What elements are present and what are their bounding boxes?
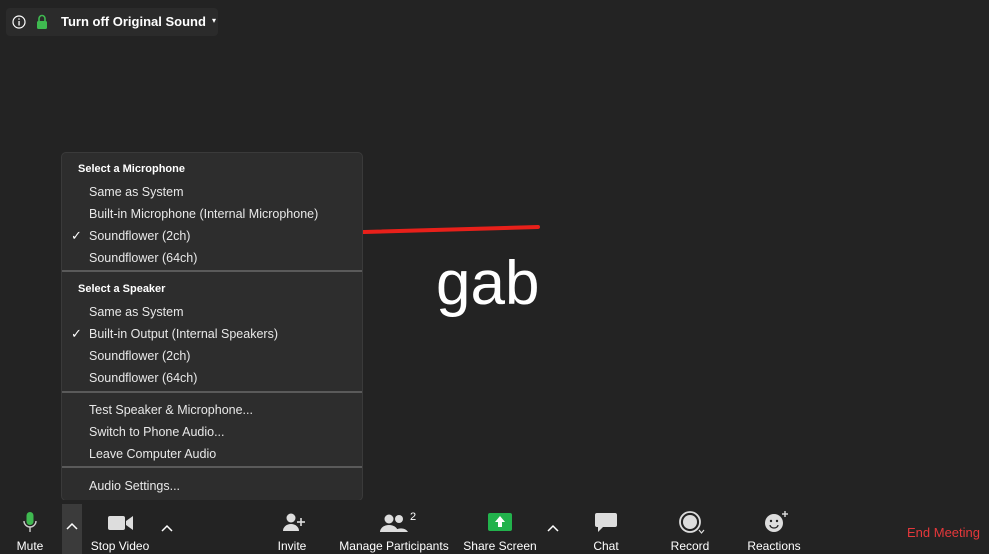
manage-participants-label: Manage Participants — [339, 539, 449, 553]
chat-button[interactable]: Chat — [586, 500, 626, 554]
lock-icon[interactable] — [36, 14, 48, 30]
audio-settings-item[interactable]: Audio Settings... — [89, 479, 180, 493]
stop-video-label: Stop Video — [90, 539, 150, 553]
chevron-down-icon[interactable]: ▾ — [212, 16, 216, 25]
info-icon[interactable] — [12, 15, 26, 29]
record-button[interactable]: Record — [668, 500, 712, 554]
original-sound-bar: Turn off Original Sound ▾ — [6, 8, 218, 36]
microphone-icon — [23, 512, 37, 532]
share-screen-label: Share Screen — [463, 539, 537, 553]
share-screen-button[interactable]: Share Screen — [462, 500, 538, 554]
checkmark-icon: ✓ — [71, 228, 82, 243]
participant-name: gab — [436, 249, 540, 318]
speaker-header: Select a Speaker — [78, 283, 166, 295]
test-speaker-microphone-item[interactable]: Test Speaker & Microphone... — [89, 403, 253, 417]
record-icon — [679, 511, 705, 534]
meeting-toolbar: Mute Stop Video Invite 2 Manage Particip… — [0, 500, 989, 554]
menu-divider — [62, 391, 362, 393]
mute-label: Mute — [16, 539, 44, 553]
share-options-button[interactable] — [543, 500, 563, 554]
reactions-button[interactable]: Reactions — [744, 500, 804, 554]
chevron-up-icon — [547, 524, 559, 532]
participants-icon — [380, 514, 408, 532]
speaker-item-built-in-output[interactable]: Built-in Output (Internal Speakers) — [89, 327, 278, 341]
checkmark-icon: ✓ — [71, 326, 82, 341]
original-sound-button[interactable]: Turn off Original Sound — [61, 14, 206, 29]
chevron-up-icon — [66, 522, 78, 530]
mic-item-soundflower-64ch[interactable]: Soundflower (64ch) — [89, 251, 197, 265]
reactions-label: Reactions — [747, 539, 801, 553]
participant-count-badge: 2 — [410, 511, 417, 523]
speaker-item-soundflower-64ch[interactable]: Soundflower (64ch) — [89, 371, 197, 385]
stop-video-button[interactable]: Stop Video — [88, 500, 152, 554]
video-options-button[interactable] — [157, 500, 177, 554]
add-person-icon — [283, 513, 305, 531]
video-camera-icon — [108, 516, 133, 530]
audio-options-button[interactable] — [62, 504, 82, 554]
menu-divider — [62, 270, 362, 272]
audio-menu: Select a Microphone Same as System Built… — [62, 153, 362, 500]
speaker-item-same-as-system[interactable]: Same as System — [89, 305, 183, 319]
record-label: Record — [670, 539, 710, 553]
chat-label: Chat — [593, 539, 619, 553]
manage-participants-button[interactable]: 2 Manage Participants — [338, 500, 450, 554]
smiley-icon — [765, 511, 788, 532]
switch-to-phone-audio-item[interactable]: Switch to Phone Audio... — [89, 425, 225, 439]
mic-item-same-as-system[interactable]: Same as System — [89, 185, 183, 199]
mic-item-built-in[interactable]: Built-in Microphone (Internal Microphone… — [89, 207, 318, 221]
mic-item-soundflower-2ch[interactable]: Soundflower (2ch) — [89, 229, 190, 243]
mute-button[interactable]: Mute — [10, 500, 50, 554]
invite-label: Invite — [277, 539, 307, 553]
share-screen-icon — [488, 513, 512, 531]
end-meeting-button[interactable]: End Meeting — [907, 525, 980, 540]
chat-icon — [595, 513, 617, 532]
microphone-header: Select a Microphone — [78, 163, 185, 175]
invite-button[interactable]: Invite — [272, 500, 312, 554]
menu-divider — [62, 466, 362, 468]
speaker-item-soundflower-2ch[interactable]: Soundflower (2ch) — [89, 349, 190, 363]
leave-computer-audio-item[interactable]: Leave Computer Audio — [89, 447, 216, 461]
chevron-up-icon — [161, 524, 173, 532]
